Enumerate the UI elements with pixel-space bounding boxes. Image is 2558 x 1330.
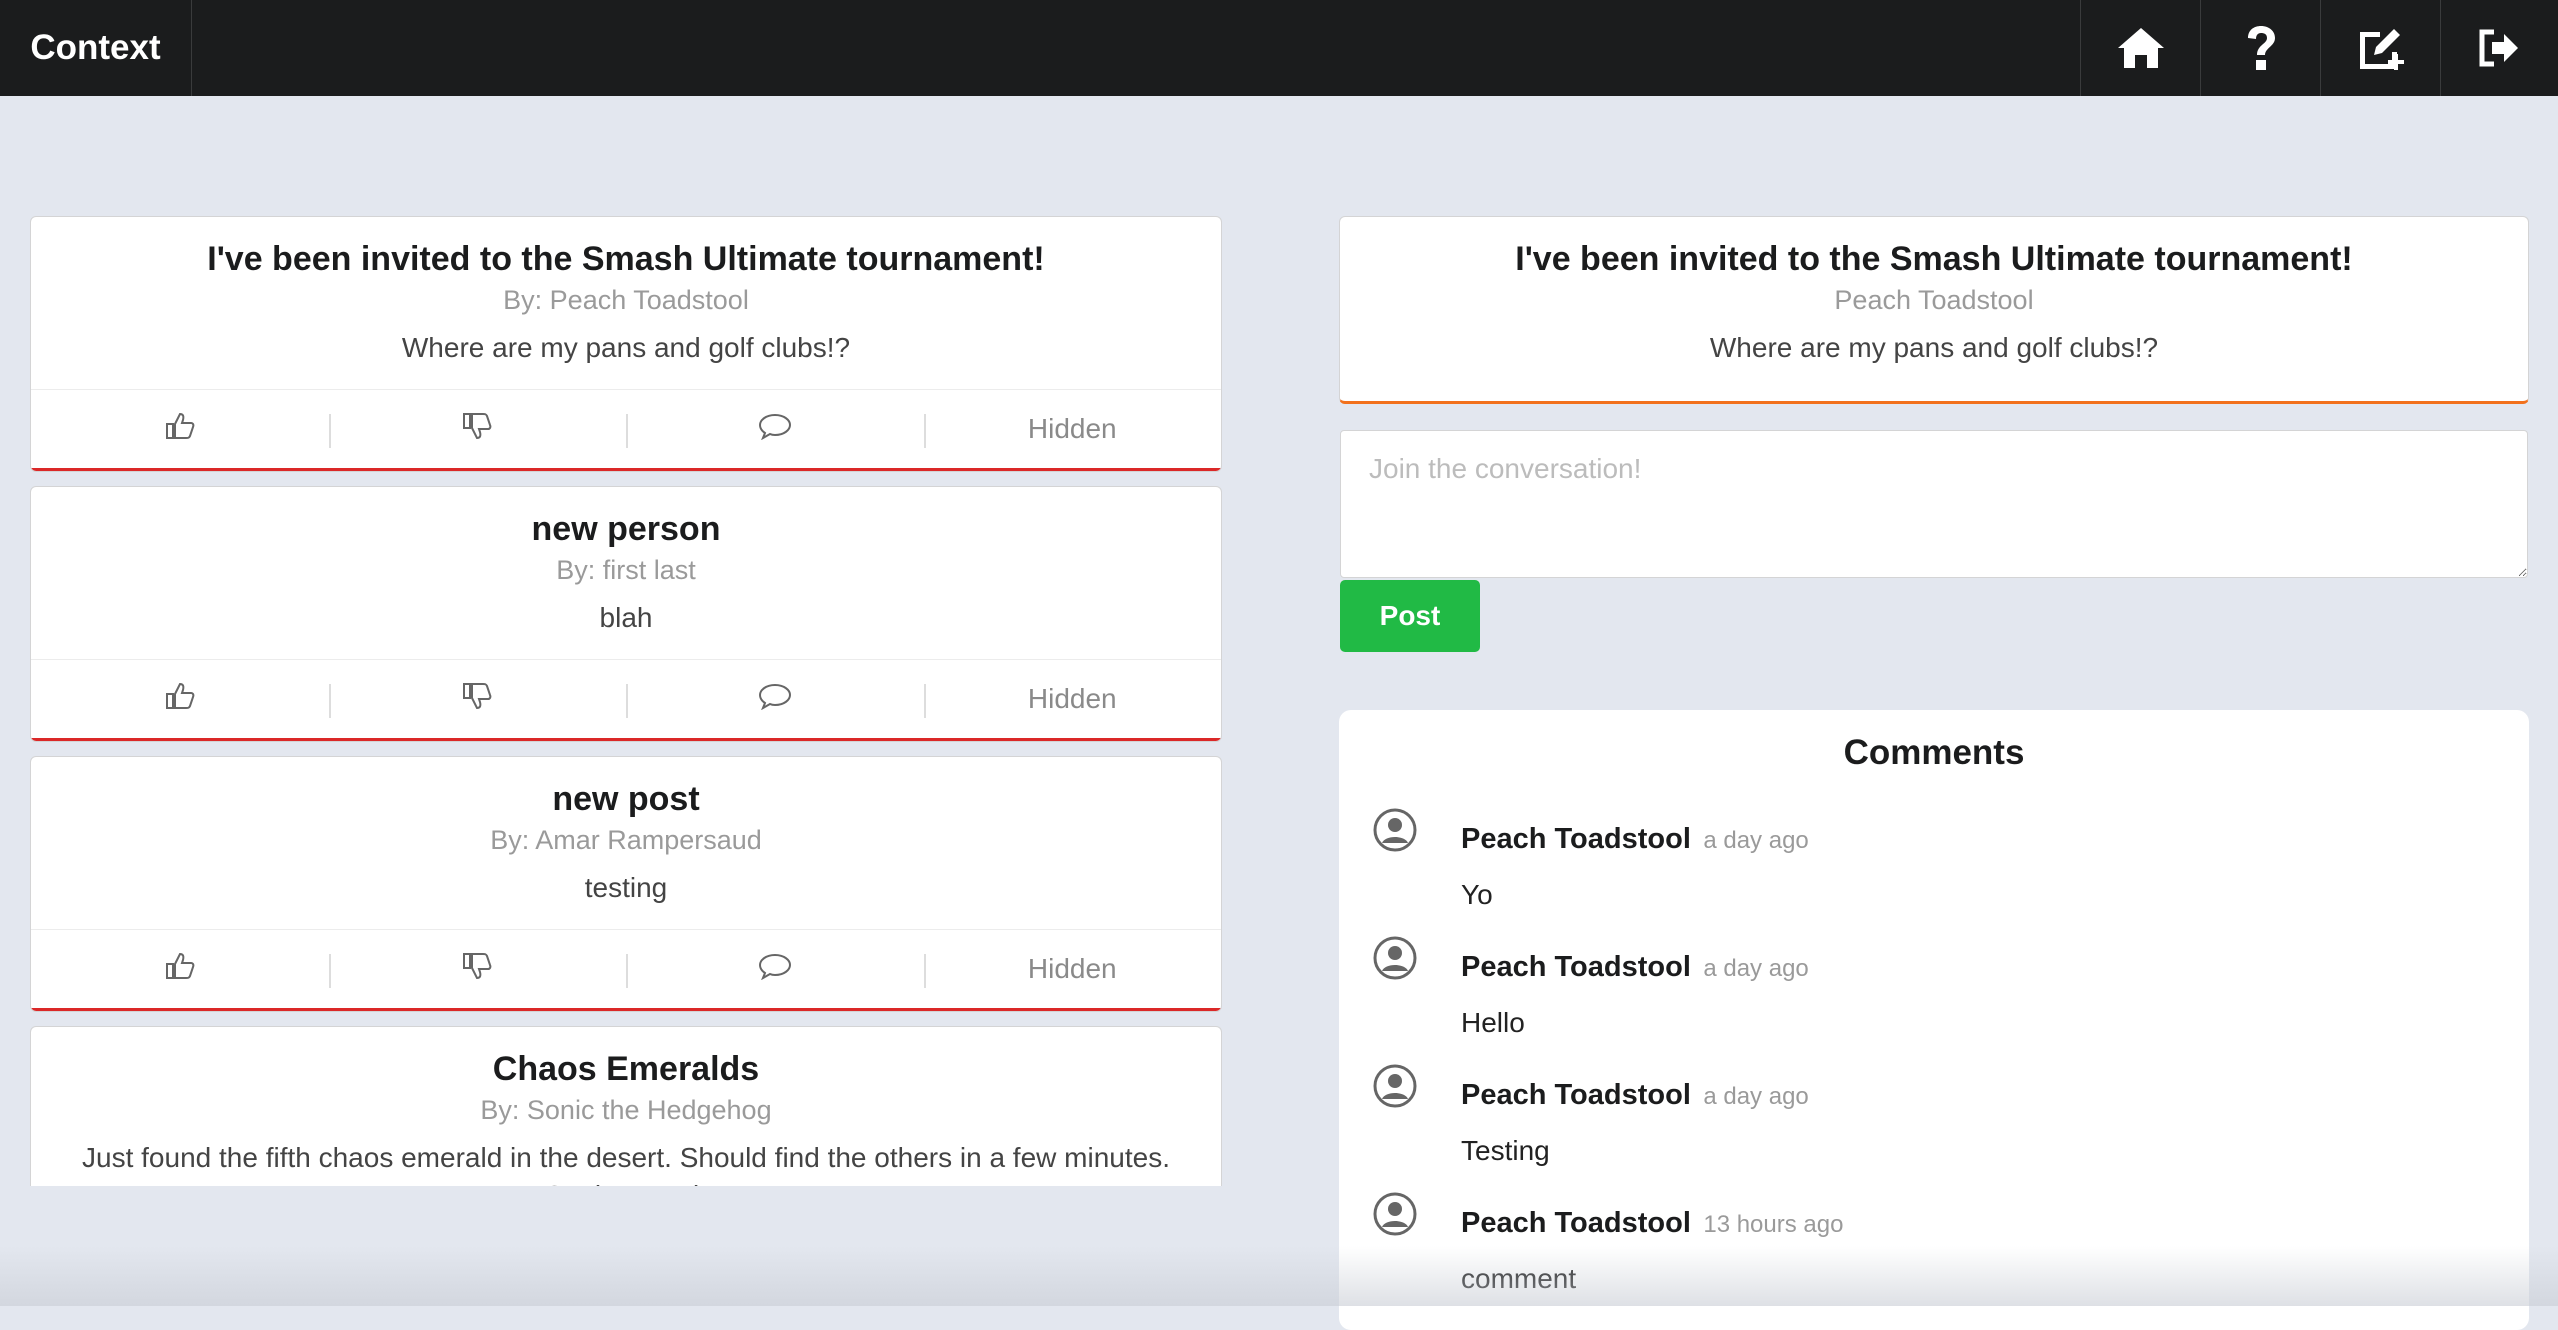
- selected-post-body: Where are my pans and golf clubs!?: [1709, 332, 2159, 363]
- post-author: By: Amar Rampersaud: [490, 825, 762, 855]
- comment-text: Yo: [1461, 879, 1493, 910]
- visibility-toggle[interactable]: Hidden: [923, 390, 1222, 468]
- thumbs-up-icon: [165, 412, 195, 447]
- post-author: By: Peach Toadstool: [503, 285, 749, 315]
- post-body: Where are my pans and golf clubs!?: [401, 332, 851, 363]
- dislike-button[interactable]: [328, 390, 627, 468]
- comment-icon: [758, 952, 792, 987]
- comment-button[interactable]: [626, 660, 924, 738]
- post-title: new person: [531, 510, 721, 548]
- dislike-button[interactable]: [328, 660, 627, 738]
- comment-textarea[interactable]: [1340, 430, 2528, 578]
- avatar-icon: [1373, 936, 1417, 985]
- comment-icon: [758, 412, 792, 447]
- post-body: testing: [584, 872, 668, 903]
- avatar-icon: [1373, 1192, 1417, 1241]
- avatar-icon: [1373, 808, 1417, 857]
- selected-post-author: Peach Toadstool: [1834, 285, 2034, 315]
- home-button[interactable]: [2080, 0, 2200, 96]
- help-button[interactable]: [2200, 0, 2320, 96]
- help-icon: [2244, 24, 2278, 72]
- comment-time: a day ago: [1703, 1083, 1809, 1110]
- post-title: Chaos Emeralds: [492, 1050, 760, 1088]
- post-card[interactable]: Chaos Emeralds By: Sonic the Hedgehog Ju…: [30, 1026, 1222, 1186]
- comment-author[interactable]: Peach Toadstool: [1461, 823, 1691, 855]
- logout-button[interactable]: [2440, 0, 2558, 96]
- visibility-toggle[interactable]: Hidden: [923, 930, 1222, 1008]
- post-card[interactable]: I've been invited to the Smash Ultimate …: [30, 216, 1222, 472]
- comment-author[interactable]: Peach Toadstool: [1461, 1079, 1691, 1111]
- post-actions: Hidden: [31, 389, 1221, 471]
- home-icon: [2116, 26, 2166, 70]
- new-post-button[interactable]: [2320, 0, 2440, 96]
- like-button[interactable]: [31, 390, 329, 468]
- post-title: new post: [552, 780, 700, 818]
- thumbs-down-icon: [462, 682, 492, 717]
- comment-item: Peach Toadstool a day ago Yo: [1339, 808, 2529, 936]
- comment-text: Hello: [1461, 1007, 1525, 1038]
- comment-time: a day ago: [1703, 827, 1809, 854]
- post-body: Just found the fifth chaos emerald in th…: [82, 1142, 1170, 1186]
- comment-item: Peach Toadstool 13 hours ago comment: [1339, 1192, 2529, 1320]
- comment-text: Testing: [1461, 1135, 1550, 1166]
- post-actions: Hidden: [31, 659, 1221, 741]
- comment-button[interactable]: [626, 390, 924, 468]
- comment-time: 13 hours ago: [1703, 1211, 1844, 1238]
- post-author: By: Sonic the Hedgehog: [480, 1095, 772, 1125]
- like-button[interactable]: [31, 660, 329, 738]
- avatar-icon: [1373, 1064, 1417, 1113]
- comment-author[interactable]: Peach Toadstool: [1461, 951, 1691, 983]
- comments-panel: Comments Peach Toadstool a day ago Yo Pe…: [1339, 710, 2529, 1330]
- visibility-toggle[interactable]: Hidden: [923, 660, 1222, 738]
- thumbs-down-icon: [462, 952, 492, 987]
- comment-author[interactable]: Peach Toadstool: [1461, 1207, 1691, 1239]
- post-title: I've been invited to the Smash Ultimate …: [207, 240, 1045, 278]
- post-comment-button[interactable]: Post: [1340, 580, 1480, 652]
- comment-text: comment: [1461, 1263, 1577, 1294]
- thumbs-down-icon: [462, 412, 492, 447]
- logout-icon: [2478, 28, 2522, 68]
- post-card[interactable]: new post By: Amar Rampersaud testing Hid…: [30, 756, 1222, 1012]
- post-author: By: first last: [556, 555, 696, 585]
- comment-item: Peach Toadstool a day ago Hello: [1339, 936, 2529, 1064]
- dislike-button[interactable]: [328, 930, 627, 1008]
- comment-icon: [758, 682, 792, 717]
- new-post-icon: [2354, 24, 2408, 72]
- comment-button[interactable]: [626, 930, 924, 1008]
- comment-item: Peach Toadstool a day ago Testing: [1339, 1064, 2529, 1192]
- brand-logo[interactable]: Context: [0, 0, 192, 96]
- comment-time: a day ago: [1703, 955, 1809, 982]
- top-navbar: Context: [0, 0, 2558, 96]
- comment-list: Peach Toadstool a day ago Yo Peach Toads…: [1339, 808, 2529, 1320]
- comments-heading: Comments: [1843, 733, 2025, 772]
- post-body: blah: [599, 602, 653, 633]
- selected-post: I've been invited to the Smash Ultimate …: [1339, 216, 2529, 404]
- post-feed: I've been invited to the Smash Ultimate …: [30, 216, 1222, 1200]
- selected-post-title: I've been invited to the Smash Ultimate …: [1515, 240, 2353, 278]
- post-card[interactable]: new person By: first last blah Hidden: [30, 486, 1222, 742]
- like-button[interactable]: [31, 930, 329, 1008]
- post-actions: Hidden: [31, 929, 1221, 1011]
- thumbs-up-icon: [165, 952, 195, 987]
- thumbs-up-icon: [165, 682, 195, 717]
